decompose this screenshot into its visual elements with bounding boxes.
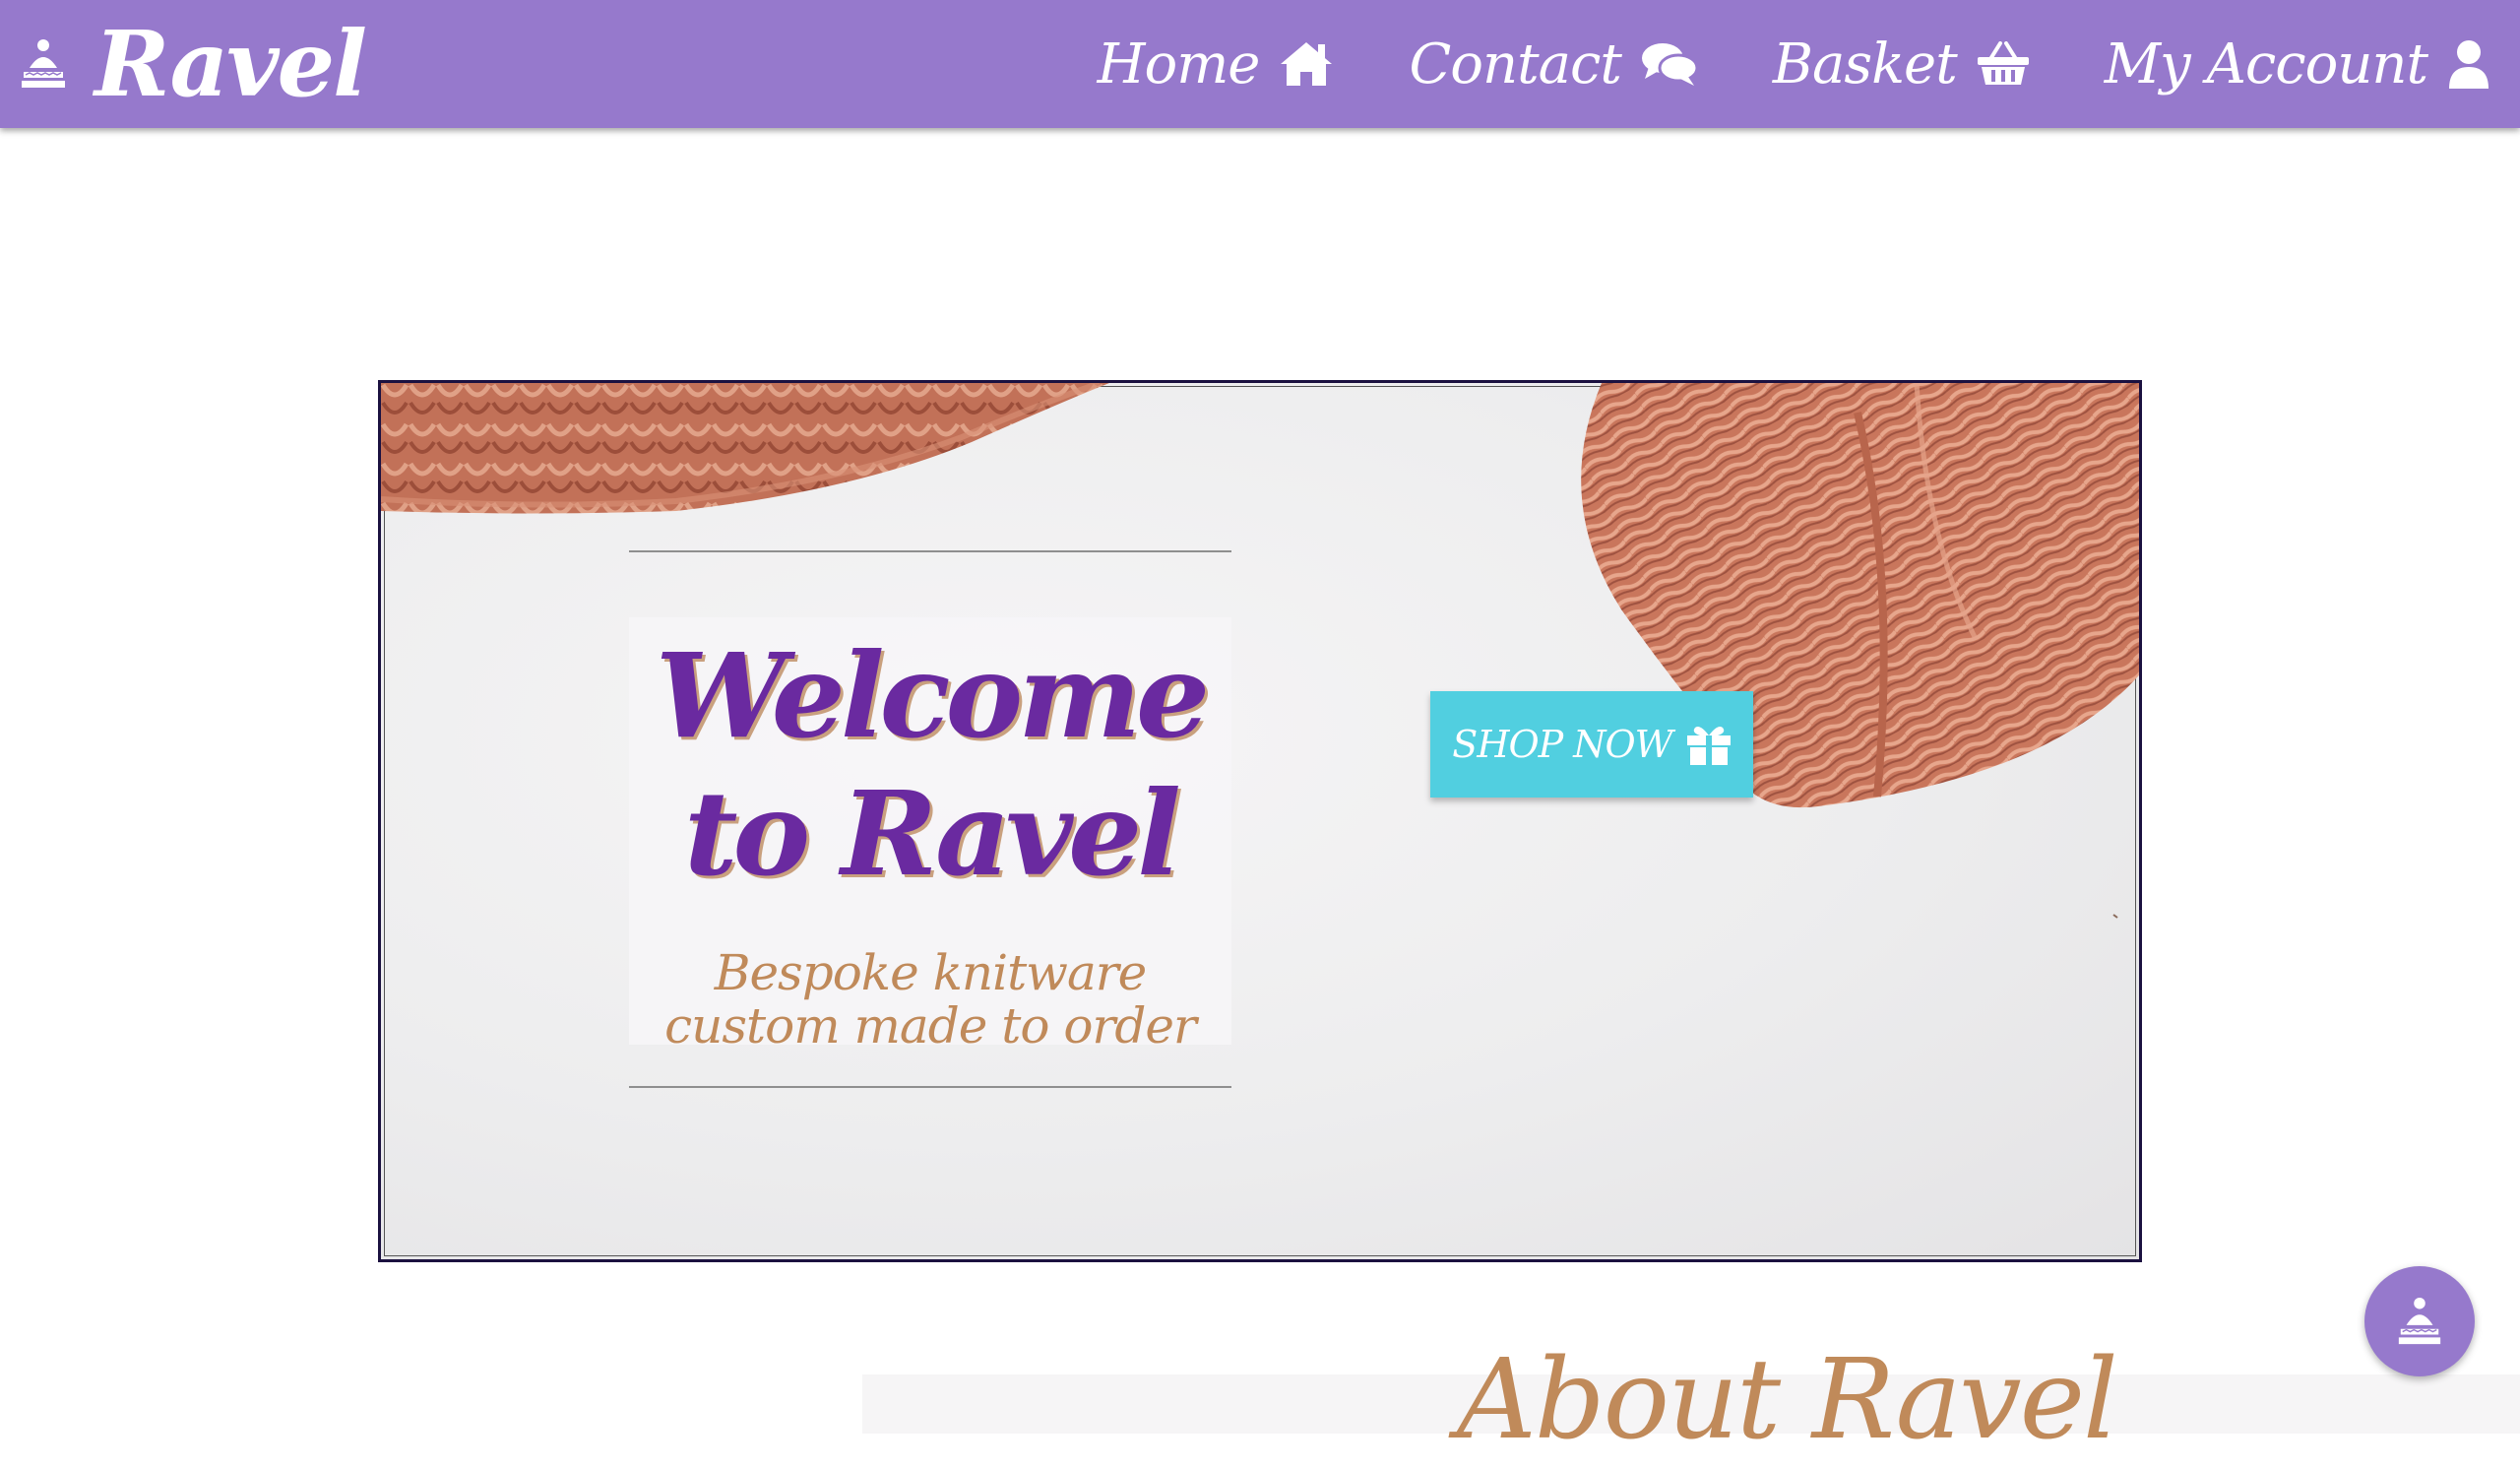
top-navbar: Ravel Home Contact Basket My Account [0,0,2520,128]
nav-menu: Home Contact Basket My Account [1023,0,2490,128]
nav-home[interactable]: Home [1098,32,1335,96]
nav-basket[interactable]: Basket [1773,32,2030,96]
welcome-title-line1: Welcome [655,627,1210,764]
divider-bottom [629,1086,1231,1088]
nav-my-account-label: My Account [2104,32,2428,96]
welcome-block: Welcome to Ravel Bespoke knitware custom… [629,550,1231,1088]
knit-hat-icon [22,39,65,88]
home-icon [1281,42,1333,86]
shop-now-button[interactable]: SHOP NOW [1430,691,1753,798]
scroll-top-button[interactable] [2364,1266,2475,1376]
about-title: About Ravel [1457,1336,2118,1464]
chat-icon [1641,43,1698,86]
shop-now-label: SHOP NOW [1452,723,1672,766]
brand-name: Ravel [94,11,367,117]
divider-top [629,550,1231,552]
user-icon [2449,40,2488,89]
hero-banner: Welcome to Ravel Bespoke knitware custom… [378,380,2142,1262]
nav-contact-label: Contact [1409,32,1621,96]
welcome-title-line2: to Ravel [684,765,1181,902]
knit-hat-icon [2398,1297,2441,1345]
welcome-title: Welcome to Ravel [629,627,1231,903]
nav-my-account[interactable]: My Account [2105,32,2490,96]
nav-contact[interactable]: Contact [1409,32,1698,96]
welcome-card: Welcome to Ravel Bespoke knitware custom… [629,617,1231,1053]
gift-icon [1686,727,1731,765]
nav-home-label: Home [1097,32,1261,96]
basket-icon [1977,41,2029,85]
welcome-subtitle: Bespoke knitware custom made to order [664,944,1197,1054]
nav-basket-label: Basket [1772,32,1958,96]
brand-link[interactable]: Ravel [18,0,367,128]
